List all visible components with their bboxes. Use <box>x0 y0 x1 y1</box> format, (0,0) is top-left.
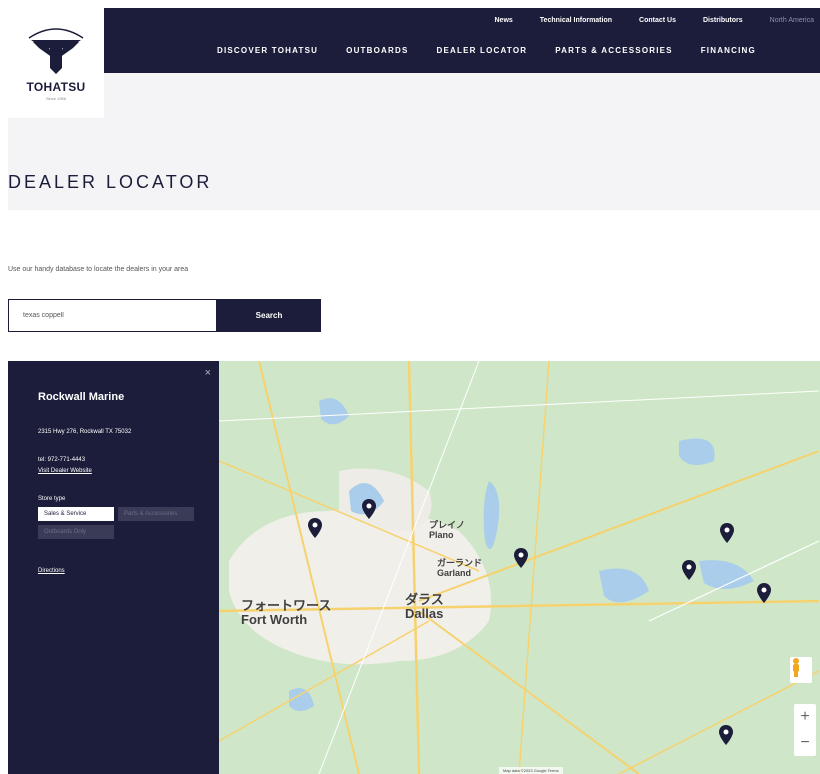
util-nav-contact-us[interactable]: Contact Us <box>639 17 676 24</box>
intro-text: Use our handy database to locate the dea… <box>8 266 189 273</box>
util-nav-distributors[interactable]: Distributors <box>703 17 743 24</box>
store-type-label: Store type <box>38 496 66 502</box>
nav-dealer-locator[interactable]: DEALER LOCATOR <box>437 46 528 55</box>
location-search-input[interactable] <box>8 299 217 332</box>
city-label-dallas: ダラス Dallas <box>405 592 444 622</box>
city-label-plano: プレイノ Plano <box>429 520 466 540</box>
nav-outboards[interactable]: OUTBOARDS <box>346 46 408 55</box>
close-icon[interactable]: × <box>205 367 211 379</box>
brand-name: TOHATSU <box>26 80 86 94</box>
store-type-badge-parts: Parts & Accessories <box>118 507 194 521</box>
utility-nav: News Technical Information Contact Us Di… <box>468 17 820 24</box>
nav-financing[interactable]: FINANCING <box>701 46 756 55</box>
dealer-pin-icon[interactable] <box>308 518 322 538</box>
util-nav-news[interactable]: News <box>495 17 513 24</box>
dealer-address: 2315 Hwy 276, Rockwall TX 75032 <box>38 429 132 435</box>
zoom-in-button[interactable]: + <box>800 708 809 726</box>
top-navigation-bar: News Technical Information Contact Us Di… <box>104 8 820 73</box>
dealer-pin-icon[interactable] <box>362 499 376 519</box>
store-type-badges: Sales & Service Parts & Accessories Outb… <box>38 507 198 539</box>
search-form: Search <box>8 299 321 332</box>
directions-link[interactable]: Directions <box>38 568 65 574</box>
dealer-pin-icon[interactable] <box>719 725 733 745</box>
page: TOHATSU Since 1956 News Technical Inform… <box>0 0 820 774</box>
dealer-map-section: × Rockwall Marine 2315 Hwy 276, Rockwall… <box>8 361 820 774</box>
main-nav: DISCOVER TOHATSU OUTBOARDS DEALER LOCATO… <box>217 46 784 55</box>
map-zoom-controls: + − <box>794 704 816 756</box>
street-view-pegman-icon[interactable] <box>790 657 812 683</box>
store-type-badge-outboards: Outboards Only <box>38 525 114 539</box>
page-title: DEALER LOCATOR <box>8 172 213 192</box>
title-band <box>8 118 820 210</box>
subheader-band <box>104 73 820 118</box>
nav-discover-tohatsu[interactable]: DISCOVER TOHATSU <box>217 46 318 55</box>
zoom-out-button[interactable]: − <box>800 734 809 752</box>
dealer-phone: tel: 972-771-4443 <box>38 457 86 463</box>
region-selector[interactable]: North America <box>770 17 814 24</box>
dealer-pin-icon[interactable] <box>514 548 528 568</box>
city-label-fort-worth: フォートワース Fort Worth <box>241 598 332 628</box>
city-label-garland: ガーランド Garland <box>437 558 483 578</box>
store-type-badge-sales-service: Sales & Service <box>38 507 114 521</box>
dealer-website-link[interactable]: Visit Dealer Website <box>38 468 219 474</box>
dealer-info-panel: × Rockwall Marine 2315 Hwy 276, Rockwall… <box>8 361 219 774</box>
dealer-name: Rockwall Marine <box>38 391 125 403</box>
map-attribution: Map data ©2023 Google Terms <box>499 767 563 774</box>
dealer-pin-icon[interactable] <box>682 560 696 580</box>
nav-parts-accessories[interactable]: PARTS & ACCESSORIES <box>555 46 672 55</box>
dealer-pin-icon[interactable] <box>757 583 771 603</box>
util-nav-technical-information[interactable]: Technical Information <box>540 17 612 24</box>
dealer-pin-icon[interactable] <box>720 523 734 543</box>
search-button[interactable]: Search <box>217 299 321 332</box>
tohatsu-logo-icon <box>28 28 84 74</box>
brand-logo[interactable]: TOHATSU Since 1956 <box>8 8 104 118</box>
brand-tagline: Since 1956 <box>45 96 66 101</box>
map-canvas[interactable]: フォートワース Fort Worth ダラス Dallas プレイノ Plano ガー… <box>219 361 820 774</box>
